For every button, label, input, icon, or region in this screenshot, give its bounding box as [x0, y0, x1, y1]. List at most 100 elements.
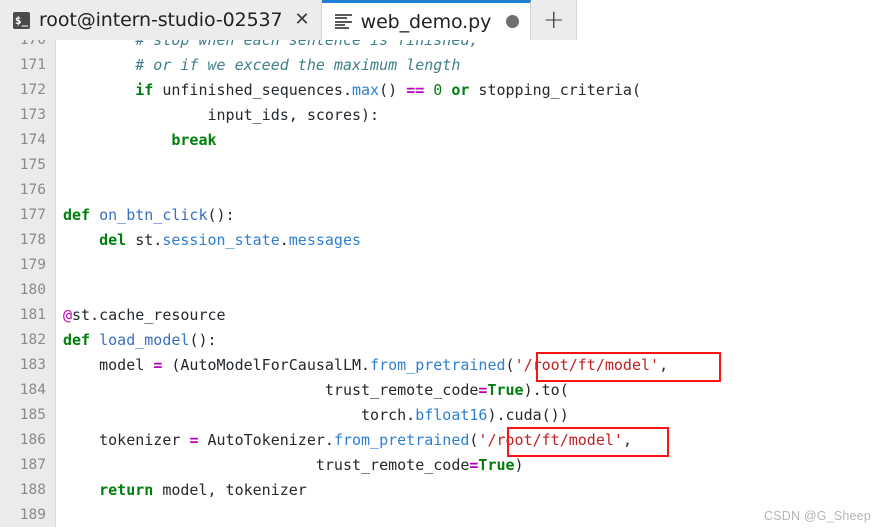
- line-number: 182: [0, 327, 56, 352]
- code-token: # or if we exceed the maximum length: [135, 55, 461, 74]
- code-line: 187 trust_remote_code=True): [0, 452, 883, 477]
- tab-bar-filler: [577, 0, 883, 40]
- code-line: 179: [0, 252, 883, 277]
- code-line-content[interactable]: input_ids, scores):: [55, 102, 883, 127]
- line-number: 187: [0, 452, 56, 477]
- code-line: 188 return model, tokenizer: [0, 477, 883, 502]
- code-line-content[interactable]: trust_remote_code=True): [55, 452, 883, 477]
- code-token: def: [63, 205, 91, 224]
- code-token: @: [63, 305, 73, 324]
- tab-terminal-close-icon[interactable]: ✕: [295, 11, 310, 29]
- code-line-content[interactable]: return model, tokenizer: [55, 477, 883, 502]
- code-token: torch.: [63, 405, 416, 424]
- code-token: if: [135, 80, 154, 99]
- code-token: ():: [189, 330, 217, 349]
- code-line-content[interactable]: def load_model():: [55, 327, 883, 352]
- tab-web-demo-py[interactable]: web_demo.py: [321, 0, 532, 40]
- code-token: input_ids, scores):: [63, 105, 380, 124]
- code-token: st.cache_resource: [72, 305, 226, 324]
- code-line-content[interactable]: def on_btn_click():: [55, 202, 883, 227]
- code-line: 184 trust_remote_code=True).to(: [0, 377, 883, 402]
- line-number: 188: [0, 477, 56, 502]
- line-number: 184: [0, 377, 56, 402]
- code-token: from_pretrained: [370, 355, 506, 374]
- code-token: (): [379, 80, 407, 99]
- code-token: ): [514, 455, 524, 474]
- code-line-content[interactable]: [55, 177, 883, 202]
- code-line: 189: [0, 502, 883, 527]
- code-line-content[interactable]: tokenizer = AutoTokenizer.from_pretraine…: [55, 427, 883, 452]
- tab-terminal[interactable]: $_ root@intern-studio-02537 ✕: [0, 0, 322, 40]
- code-token: '/root/ft/model': [514, 355, 660, 374]
- code-line-content[interactable]: del st.session_state.messages: [55, 227, 883, 252]
- code-editor[interactable]: 170 # stop when each sentence is finishe…: [0, 40, 883, 531]
- code-token: trust_remote_code: [63, 380, 479, 399]
- code-line: 177 def on_btn_click():: [0, 202, 883, 227]
- code-token: (: [505, 355, 515, 374]
- line-number: 179: [0, 252, 56, 277]
- code-line-content[interactable]: @st.cache_resource: [55, 302, 883, 327]
- code-line-content[interactable]: model = (AutoModelForCausalLM.from_pretr…: [55, 352, 883, 377]
- code-line-content[interactable]: trust_remote_code=True).to(: [55, 377, 883, 402]
- code-line: 174 break: [0, 127, 883, 152]
- code-token: def: [63, 330, 91, 349]
- code-token: AutoTokenizer.: [198, 430, 334, 449]
- code-line: 180: [0, 277, 883, 302]
- code-lines-table: 170 # stop when each sentence is finishe…: [0, 40, 883, 527]
- tab-bar: $_ root@intern-studio-02537 ✕ web_demo.p…: [0, 0, 883, 41]
- tab-modified-indicator-icon[interactable]: [506, 15, 520, 28]
- code-token: messages: [288, 230, 362, 249]
- code-line-content[interactable]: # stop when each sentence is finished,: [55, 40, 883, 52]
- code-line-content[interactable]: # or if we exceed the maximum length: [55, 52, 883, 77]
- code-line-content[interactable]: [55, 152, 883, 177]
- code-line-content[interactable]: [55, 252, 883, 277]
- code-token: True: [487, 380, 524, 399]
- code-token: session_state: [162, 230, 280, 249]
- code-token: trust_remote_code: [63, 455, 470, 474]
- terminal-icon: $_: [13, 11, 30, 29]
- code-line: 178 del st.session_state.messages: [0, 227, 883, 252]
- tab-terminal-label: root@intern-studio-02537: [39, 9, 283, 31]
- code-line-content[interactable]: [55, 502, 883, 527]
- code-token: st.: [126, 230, 163, 249]
- code-token: ==: [406, 80, 425, 99]
- code-line-content[interactable]: torch.bfloat16).cuda()): [55, 402, 883, 427]
- code-line: 170 # stop when each sentence is finishe…: [0, 40, 883, 52]
- code-line: 186 tokenizer = AutoTokenizer.from_pretr…: [0, 427, 883, 452]
- line-number: 178: [0, 227, 56, 252]
- line-number: 181: [0, 302, 56, 327]
- code-token: True: [478, 455, 515, 474]
- line-number: 172: [0, 77, 56, 102]
- line-number: 180: [0, 277, 56, 302]
- code-token: return: [99, 480, 154, 499]
- code-token: stopping_criteria(: [469, 80, 641, 99]
- code-token: ():: [207, 205, 235, 224]
- code-line-content[interactable]: break: [55, 127, 883, 152]
- code-token: or: [451, 80, 470, 99]
- code-line: 185 torch.bfloat16).cuda()): [0, 402, 883, 427]
- line-number: 185: [0, 402, 56, 427]
- code-line-content[interactable]: if unfinished_sequences.max() == 0 or st…: [55, 77, 883, 102]
- new-tab-button[interactable]: +: [531, 0, 578, 40]
- line-number: 183: [0, 352, 56, 377]
- watermark: CSDN @G_Sheep: [763, 509, 871, 523]
- code-token: ).to(: [523, 380, 569, 399]
- line-number: 170: [0, 40, 56, 52]
- code-line: 171 # or if we exceed the maximum length: [0, 52, 883, 77]
- code-line-content[interactable]: [55, 277, 883, 302]
- terminal-icon-glyph: $_: [14, 13, 29, 27]
- code-token: unfinished_sequences.: [153, 80, 352, 99]
- code-token: max: [352, 80, 380, 99]
- line-number: 175: [0, 152, 56, 177]
- code-token: =: [153, 355, 163, 374]
- code-token: # stop when each sentence is finished,: [135, 40, 478, 49]
- code-token: model: [63, 355, 154, 374]
- code-line: 173 input_ids, scores):: [0, 102, 883, 127]
